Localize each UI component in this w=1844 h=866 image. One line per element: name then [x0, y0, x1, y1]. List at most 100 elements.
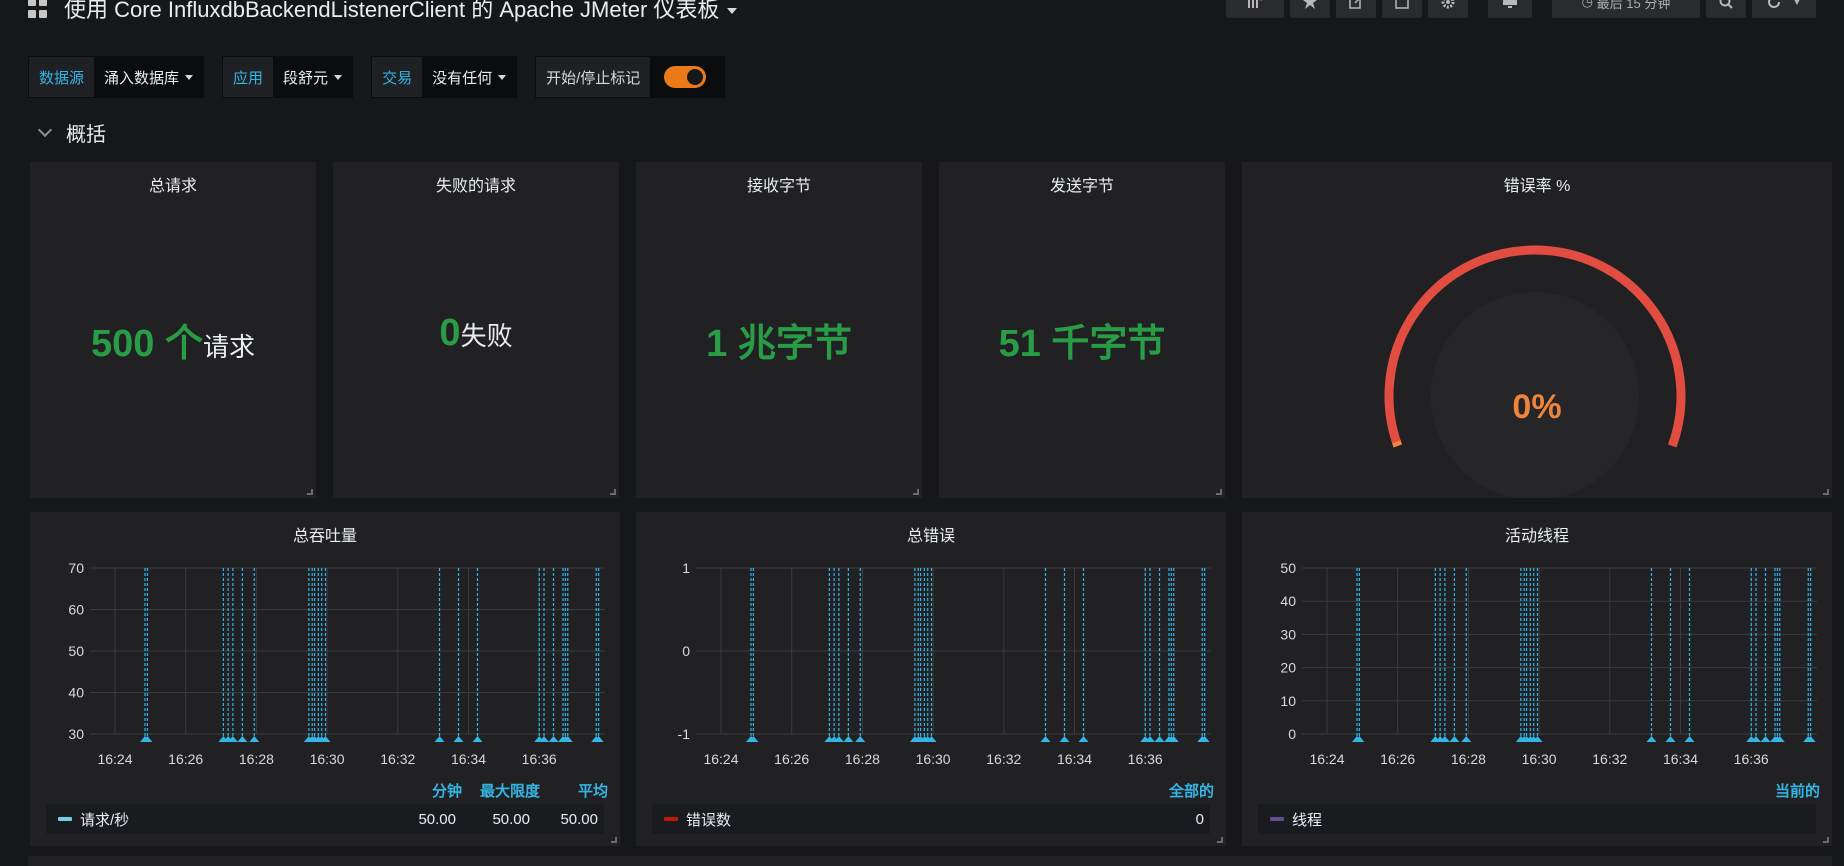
- stat-number: 1 兆字节: [706, 323, 852, 365]
- time-picker-button[interactable]: ◷ 最后 15 分钟: [1552, 0, 1700, 18]
- variable-label: 数据源: [29, 57, 95, 97]
- annotation-marker-triangle[interactable]: [1040, 736, 1051, 742]
- x-tick-label: 16:28: [845, 751, 880, 767]
- settings-button[interactable]: [1428, 0, 1468, 18]
- legend-header: 分钟 最大限度 平均: [414, 780, 608, 801]
- annotation-marker-triangle[interactable]: [472, 736, 483, 742]
- resize-handle[interactable]: [1823, 837, 1829, 843]
- variable-datasource: 数据源 涌入数据库: [28, 56, 205, 98]
- annotation-toggle: 开始/停止标记: [535, 56, 726, 98]
- annotation-marker-triangle[interactable]: [1059, 736, 1070, 742]
- threads-graph[interactable]: 50 40 30 20 10 0 16:24 16:26 16:28 16:30 16:32 16:3…: [1242, 512, 1832, 846]
- y-tick-label: 20: [1280, 660, 1296, 676]
- stat-value: 500 个请求: [30, 312, 316, 367]
- legend-col-current[interactable]: 当前的: [1760, 780, 1820, 801]
- x-tick-label: 16:24: [703, 751, 738, 767]
- annotation-marker-triangle[interactable]: [1461, 736, 1472, 742]
- series-color-swatch[interactable]: [1270, 817, 1284, 821]
- annotation-switch[interactable]: [664, 66, 707, 88]
- series-values: 0: [1130, 811, 1210, 828]
- refresh-button[interactable]: ▼: [1752, 0, 1816, 18]
- annotation-marker-triangle[interactable]: [1154, 736, 1165, 742]
- application-select[interactable]: 段舒元: [273, 57, 353, 97]
- stat-unit: 失败: [460, 321, 513, 351]
- annotation-marker-triangle[interactable]: [548, 736, 559, 742]
- annotation-marker-triangle[interactable]: [1760, 736, 1771, 742]
- series-name[interactable]: 请求/秒: [80, 809, 129, 830]
- resize-handle[interactable]: [1216, 489, 1222, 495]
- resize-handle[interactable]: [1823, 489, 1829, 495]
- x-tick-label: 16:36: [1128, 751, 1163, 767]
- legend-value: 50.00: [492, 810, 530, 828]
- row-title: 概括: [66, 124, 106, 146]
- x-tick-label: 16:36: [1734, 751, 1769, 767]
- annotation-marker-triangle[interactable]: [249, 736, 260, 742]
- add-panel-icon: [1248, 0, 1263, 8]
- legend-header: 当前的: [1760, 780, 1820, 801]
- resize-handle[interactable]: [913, 489, 919, 495]
- zoom-out-button[interactable]: [1706, 0, 1746, 18]
- series-name[interactable]: 错误数: [686, 809, 731, 830]
- annotation-marker-triangle[interactable]: [1646, 736, 1657, 742]
- annotation-marker-triangle[interactable]: [453, 736, 464, 742]
- y-tick-label: 60: [68, 602, 84, 618]
- annotation-marker-triangle[interactable]: [1449, 736, 1460, 742]
- y-tick-label: 1: [682, 560, 690, 576]
- chevron-down-icon: [37, 122, 53, 137]
- share-button[interactable]: [1336, 0, 1376, 18]
- annotation-marker-triangle[interactable]: [1078, 736, 1089, 742]
- save-button[interactable]: [1382, 0, 1422, 18]
- stat-number: 500 个: [91, 323, 203, 365]
- x-tick-label: 16:34: [451, 751, 486, 767]
- legend-value: 50.00: [560, 810, 598, 828]
- row-header[interactable]: 概括: [36, 118, 106, 147]
- star-button[interactable]: [1290, 0, 1330, 18]
- legend-series[interactable]: 错误数 0: [652, 804, 1210, 834]
- panel-title[interactable]: 总请求: [30, 172, 316, 196]
- annotation-marker-triangle[interactable]: [843, 736, 854, 742]
- datasource-select[interactable]: 涌入数据库: [94, 57, 204, 97]
- y-tick-label: 0: [1288, 726, 1296, 742]
- y-tick-label: 50: [1280, 560, 1296, 576]
- stat-unit: 请求: [202, 332, 255, 362]
- variable-application: 应用 段舒元: [222, 56, 354, 98]
- annotation-marker-triangle[interactable]: [1684, 736, 1695, 742]
- legend-col-max[interactable]: 最大限度: [462, 780, 540, 801]
- chevron-down-icon: [727, 8, 738, 15]
- resize-handle[interactable]: [611, 837, 617, 843]
- variable-value: 段舒元: [283, 69, 329, 87]
- series-color-swatch[interactable]: [664, 817, 678, 821]
- resize-handle[interactable]: [1217, 837, 1223, 843]
- series-color-swatch[interactable]: [58, 817, 72, 821]
- panel-title[interactable]: 发送字节: [939, 172, 1225, 196]
- transaction-select[interactable]: 没有任何: [422, 57, 517, 97]
- annotation-switch-container: [650, 57, 725, 97]
- x-tick-label: 16:26: [168, 751, 203, 767]
- legend-col-total[interactable]: 全部的: [1134, 780, 1214, 801]
- annotation-marker-triangle[interactable]: [237, 736, 248, 742]
- legend-series[interactable]: 线程: [1258, 804, 1816, 834]
- dashboard-grid-icon[interactable]: [28, 0, 48, 18]
- dashboard-title[interactable]: 使用 Core InfluxdbBackendListenerClient 的 …: [64, 0, 738, 24]
- resize-handle[interactable]: [610, 489, 616, 495]
- panel-title[interactable]: 失败的请求: [333, 172, 619, 196]
- panel-title[interactable]: 接收字节: [636, 172, 922, 196]
- time-range-label: 最后 15 分钟: [1596, 0, 1671, 11]
- monitor-icon: [1503, 0, 1517, 8]
- annotation-marker-triangle[interactable]: [434, 736, 445, 742]
- series-values: 50.00 50.00 50.00: [382, 811, 604, 828]
- dashboard-title-text: 使用 Core InfluxdbBackendListenerClient 的 …: [64, 0, 720, 22]
- caret-down-icon: [498, 74, 507, 80]
- annotation-marker-triangle[interactable]: [855, 736, 866, 742]
- resize-handle[interactable]: [307, 489, 313, 495]
- series-name[interactable]: 线程: [1292, 809, 1322, 830]
- search-icon: [1719, 0, 1733, 9]
- x-tick-label: 16:24: [1309, 751, 1344, 767]
- annotation-marker-triangle[interactable]: [1665, 736, 1676, 742]
- legend-series[interactable]: 请求/秒 50.00 50.00 50.00: [46, 804, 604, 834]
- legend-col-avg[interactable]: 平均: [540, 780, 608, 801]
- tv-mode-button[interactable]: [1488, 0, 1532, 18]
- x-tick-label: 16:32: [986, 751, 1021, 767]
- add-panel-button[interactable]: [1226, 0, 1284, 18]
- legend-col-min[interactable]: 分钟: [414, 780, 462, 801]
